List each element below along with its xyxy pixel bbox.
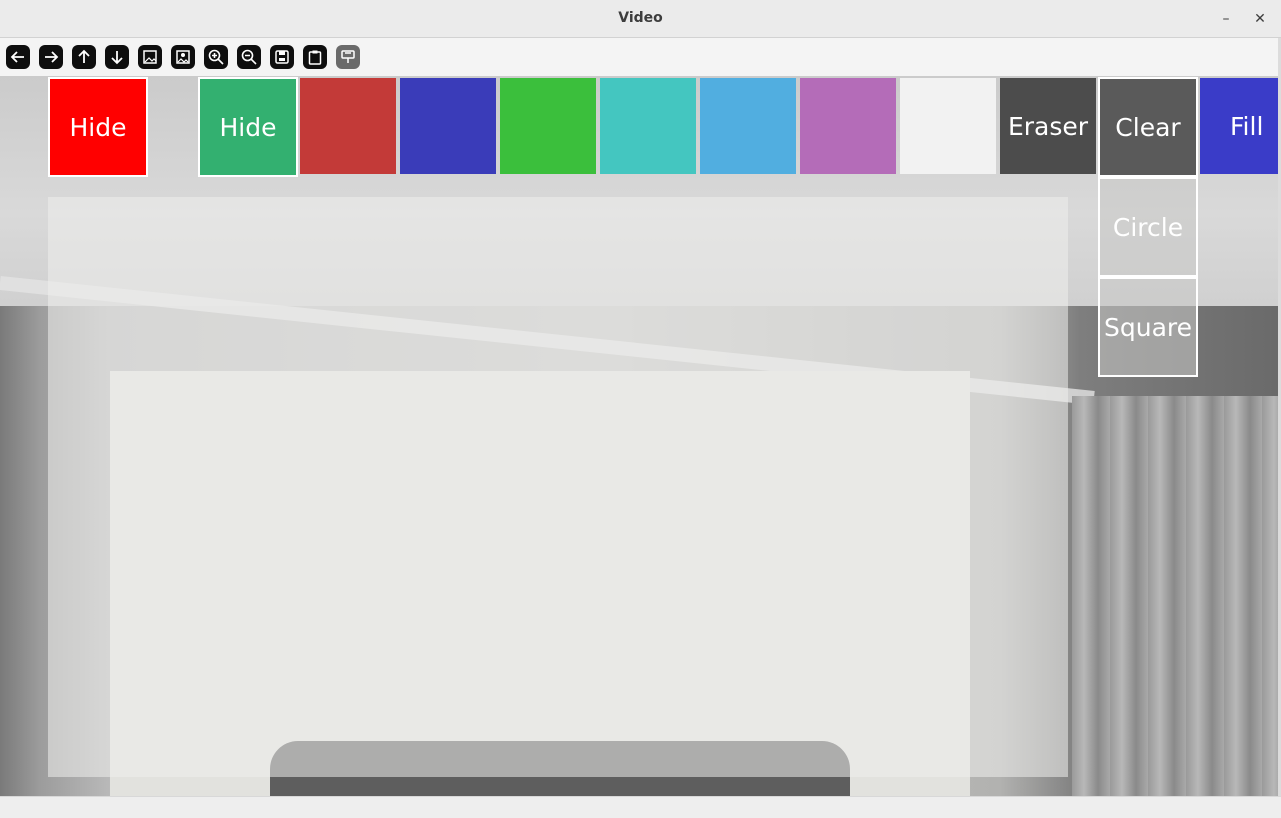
circle-label: Circle <box>1112 212 1184 242</box>
arrow-down-icon[interactable] <box>105 45 129 69</box>
color-swatch-blue[interactable] <box>400 78 496 174</box>
eraser-label: Eraser <box>1007 111 1089 141</box>
status-bar <box>0 796 1281 818</box>
close-button[interactable]: ✕ <box>1249 8 1271 30</box>
hide-right-label: Hide <box>219 112 277 142</box>
image-save-icon[interactable] <box>171 45 195 69</box>
color-swatch-lightblue[interactable] <box>700 78 796 174</box>
zoom-in-icon[interactable] <box>204 45 228 69</box>
video-frame[interactable]: Hide Hide Eraser Clear Fill Circle Squar… <box>0 76 1278 796</box>
eraser-button[interactable]: Eraser <box>1000 78 1096 174</box>
circle-button[interactable]: Circle <box>1098 177 1198 277</box>
square-label: Square <box>1103 312 1192 342</box>
hide-left-label: Hide <box>69 112 127 142</box>
square-button[interactable]: Square <box>1098 277 1198 377</box>
clear-button[interactable]: Clear <box>1098 77 1198 177</box>
color-swatch-white[interactable] <box>900 78 996 174</box>
zoom-out-icon[interactable] <box>237 45 261 69</box>
properties-icon[interactable] <box>336 45 360 69</box>
save-icon[interactable] <box>270 45 294 69</box>
image-icon[interactable] <box>138 45 162 69</box>
arrow-up-icon[interactable] <box>72 45 96 69</box>
title-bar: Video – ✕ <box>0 0 1281 38</box>
arrow-left-icon[interactable] <box>6 45 30 69</box>
minimize-button[interactable]: – <box>1215 8 1237 30</box>
window-title: Video <box>618 10 663 26</box>
color-swatch-green[interactable] <box>500 78 596 174</box>
color-swatch-cyan[interactable] <box>600 78 696 174</box>
image-toolbar <box>0 38 1281 76</box>
drawing-area[interactable] <box>48 197 1068 777</box>
hide-left-button[interactable]: Hide <box>48 77 148 177</box>
clipboard-icon[interactable] <box>303 45 327 69</box>
camera-curtain <box>1072 396 1278 796</box>
clear-label: Clear <box>1115 112 1181 142</box>
fill-label: Fill <box>1230 111 1264 141</box>
arrow-right-icon[interactable] <box>39 45 63 69</box>
color-swatch-purple[interactable] <box>800 78 896 174</box>
hide-right-button[interactable]: Hide <box>198 77 298 177</box>
color-swatch-red[interactable] <box>300 78 396 174</box>
fill-button[interactable]: Fill <box>1200 78 1278 174</box>
